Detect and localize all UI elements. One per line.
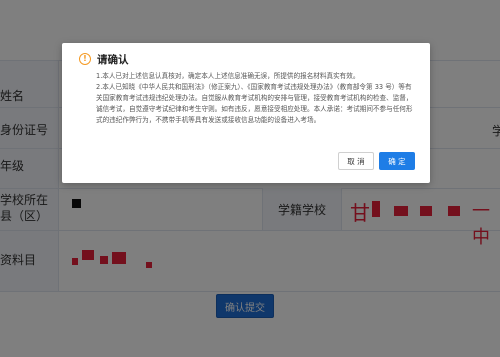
dialog-paragraph-1: 1.本人已对上述信息认真核对，确定本人上述信息准确无误，所提供的报名材料真实有效…	[96, 72, 360, 80]
cancel-button[interactable]: 取 消	[338, 152, 374, 170]
confirm-dialog: ! 请确认 1.本人已对上述信息认真核对，确定本人上述信息准确无误，所提供的报名…	[62, 43, 430, 183]
warning-circle-icon: !	[79, 53, 91, 65]
dialog-body: 1.本人已对上述信息认真核对，确定本人上述信息准确无误，所提供的报名材料真实有效…	[96, 71, 418, 126]
ok-button[interactable]: 确 定	[379, 152, 415, 170]
dialog-paragraph-2: 2.本人已知晓《中华人民共和国刑法》（修正案九）、《国家教育考试违规处理办法》（…	[96, 83, 413, 124]
dialog-title: 请确认	[97, 54, 129, 66]
